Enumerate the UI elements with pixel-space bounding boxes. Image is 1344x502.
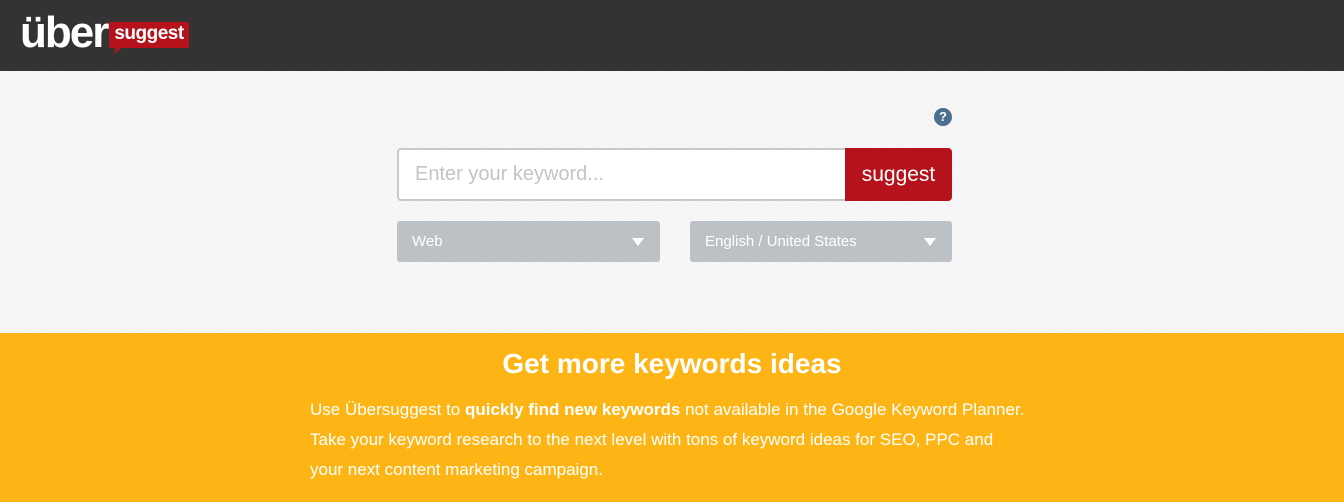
promo-title: Get more keywords ideas: [502, 348, 842, 379]
logo-uber-text: über: [20, 8, 109, 57]
logo-suggest-badge: suggest: [109, 22, 189, 54]
search-type-select[interactable]: Web: [397, 221, 660, 262]
promo-text-bold: quickly find new keywords: [464, 400, 681, 419]
chevron-down-icon: [924, 238, 936, 246]
promo-description: Use Übersuggest to quickly find new keyw…: [310, 395, 1050, 485]
keyword-search-input[interactable]: [397, 148, 846, 201]
promo-text-part2: not available in the Google Keyword Plan…: [680, 400, 1025, 419]
chevron-down-icon: [632, 238, 644, 246]
search-section: [0, 71, 1344, 333]
ubersuggest-logo[interactable]: über suggest: [20, 10, 189, 56]
language-selected-value: English / United States: [705, 233, 857, 250]
suggest-button[interactable]: suggest: [845, 148, 952, 201]
language-select[interactable]: English / United States: [690, 221, 952, 262]
promo-line-1: Use Übersuggest to quickly find new keyw…: [310, 395, 1050, 425]
promo-line-3: your next content marketing campaign.: [310, 460, 603, 479]
promo-text-part1: Use Übersuggest to: [310, 400, 465, 419]
site-header: über suggest: [0, 0, 1344, 71]
promo-line-2: Take your keyword research to the next l…: [310, 430, 994, 449]
search-type-selected-value: Web: [412, 233, 443, 250]
help-icon[interactable]: ?: [934, 108, 952, 126]
